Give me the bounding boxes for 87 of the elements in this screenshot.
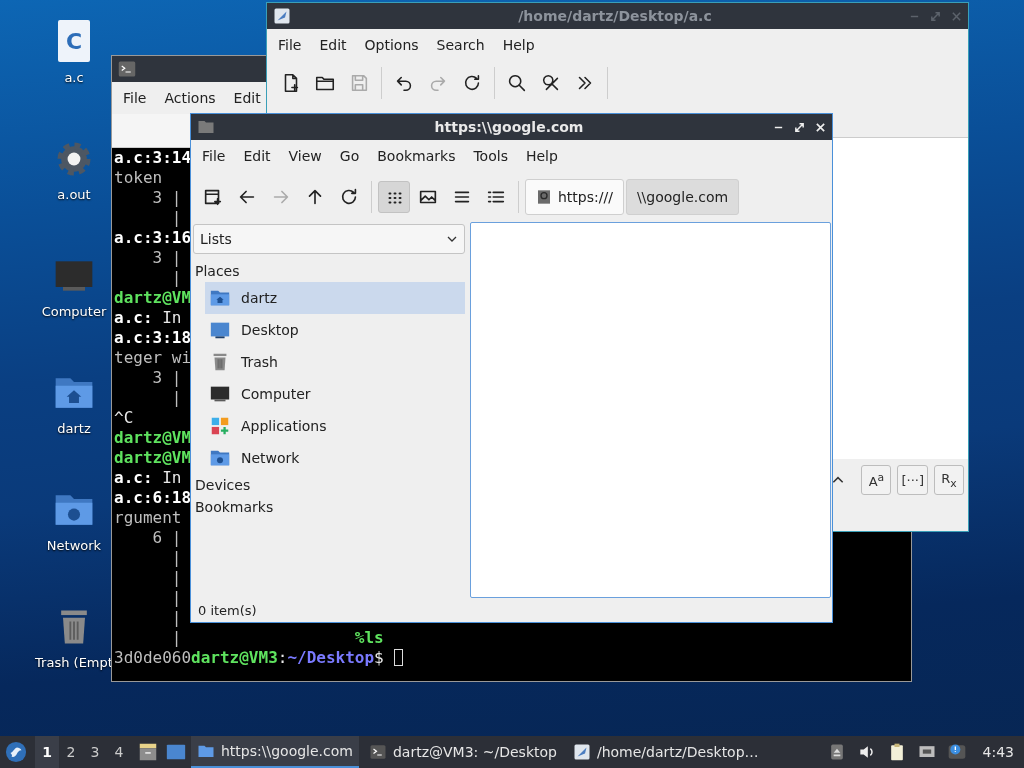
- menu-item[interactable]: Edit: [234, 148, 280, 164]
- desktop-icon-label[interactable]: Computer: [41, 304, 107, 319]
- terminal-line: a.c:3:18: [114, 328, 192, 348]
- terminal-line: dartz@VM: [114, 448, 192, 468]
- quill-icon: [572, 743, 591, 761]
- notification-icon[interactable]: [946, 742, 967, 762]
- menu-item[interactable]: Actions: [155, 90, 225, 106]
- place-item[interactable]: Network: [205, 442, 465, 474]
- workspace-button[interactable]: 2: [59, 736, 83, 768]
- terminal-line: |: [170, 388, 182, 408]
- grid-button[interactable]: [378, 181, 410, 213]
- task-button[interactable]: dartz@VM3: ~/Desktop: [362, 736, 563, 768]
- task-button[interactable]: /home/dartz/Desktop…: [566, 736, 765, 768]
- section-heading[interactable]: Devices: [193, 474, 253, 496]
- desktop-icon-label[interactable]: Trash (Empt: [35, 655, 113, 670]
- terminal-line: a.c:6:18: [114, 488, 192, 508]
- applications-icon: [209, 415, 231, 437]
- terminal-line: |: [170, 568, 182, 588]
- place-item[interactable]: dartz: [205, 282, 465, 314]
- status-text: 0 item(s): [198, 602, 257, 618]
- workspace-button[interactable]: 4: [107, 736, 131, 768]
- side-pane-dropdown[interactable]: Lists: [193, 224, 465, 254]
- terminal-icon: [118, 60, 136, 78]
- terminal-text: %ls: [354, 628, 384, 648]
- terminal-line: |: [170, 268, 182, 288]
- terminal-line: rgument: [114, 508, 182, 528]
- search-option-button[interactable]: R$_{x}$: [934, 465, 964, 495]
- terminal-line: token: [114, 168, 163, 188]
- terminal-line: |: [170, 588, 182, 608]
- window-title: https:\\google.com: [433, 119, 585, 135]
- terminal-line: dartz@VM: [114, 288, 192, 308]
- path-button[interactable]: https:///: [525, 179, 624, 215]
- terminal-line: teger wi: [114, 348, 192, 368]
- terminal-line: |: [170, 548, 182, 568]
- terminal-line: a.c:3:16: [114, 228, 192, 248]
- section-heading[interactable]: Places: [193, 260, 242, 282]
- desktop-icon-label[interactable]: Network: [46, 538, 102, 553]
- desktop-icon-label[interactable]: a.c: [64, 70, 84, 85]
- menu-item[interactable]: File: [114, 90, 156, 106]
- menu-item[interactable]: Help: [493, 37, 544, 53]
- path-button[interactable]: \\google.com: [625, 179, 740, 215]
- start-menu-icon[interactable]: [5, 741, 27, 763]
- terminal-line: 3 |: [151, 248, 182, 268]
- menu-item[interactable]: File: [269, 37, 311, 53]
- menu-item[interactable]: File: [193, 148, 235, 164]
- clock[interactable]: 4:43: [982, 744, 1014, 760]
- terminal-icon: [368, 743, 387, 761]
- section-heading[interactable]: Bookmarks: [193, 496, 276, 518]
- file-cabinet-icon[interactable]: [137, 741, 159, 763]
- menu-item[interactable]: Edit: [310, 37, 356, 53]
- window-title: /home/dartz/Desktop/a.c: [517, 8, 713, 24]
- drive-icon: [536, 188, 552, 206]
- place-item[interactable]: Applications: [205, 410, 465, 442]
- place-item[interactable]: Trash: [205, 346, 465, 378]
- terminal-line: 6 |: [151, 528, 182, 548]
- menu-item[interactable]: Tools: [464, 148, 517, 164]
- terminal-line: 3 |: [151, 188, 182, 208]
- terminal-line: dartz@VM: [114, 428, 192, 448]
- menu-item[interactable]: View: [279, 148, 331, 164]
- desktop-icon-label[interactable]: a.out: [57, 187, 91, 202]
- terminal-line: a.c: In: [114, 308, 182, 328]
- c-file-icon[interactable]: C: [58, 20, 90, 62]
- terminal-line: |: [170, 208, 182, 228]
- menu-item[interactable]: Go: [330, 148, 369, 164]
- menu-item[interactable]: Edit: [224, 90, 270, 106]
- terminal-line: 3d0de060dartz@VM3:~/Desktop$: [114, 648, 384, 668]
- menu-item[interactable]: Help: [516, 148, 567, 164]
- terminal-line: a.c: In: [114, 468, 182, 488]
- terminal-line: 3 |: [151, 368, 182, 388]
- search-icon: [506, 72, 528, 94]
- terminal-line: |: [170, 608, 182, 628]
- search-option-button[interactable]: [···]: [897, 465, 928, 495]
- task-button[interactable]: https:\\google.com: [191, 736, 359, 768]
- menu-item[interactable]: Search: [427, 37, 494, 53]
- menu-item[interactable]: Options: [355, 37, 428, 53]
- place-item[interactable]: Computer: [205, 378, 465, 410]
- desktop-icon-label[interactable]: dartz: [57, 421, 91, 436]
- terminal-line: ^C: [114, 408, 134, 428]
- workspace-button[interactable]: 1: [35, 736, 59, 768]
- place-item[interactable]: Desktop: [205, 314, 465, 346]
- quill-icon: [273, 7, 291, 25]
- terminal-line: |: [170, 628, 182, 648]
- search-option-button[interactable]: A$^{a}$: [861, 465, 892, 495]
- terminal-line: a.c:3:14: [114, 148, 192, 168]
- folder-icon: [197, 118, 215, 136]
- workspace-button[interactable]: 3: [83, 736, 107, 768]
- menu-item[interactable]: Bookmarks: [368, 148, 465, 164]
